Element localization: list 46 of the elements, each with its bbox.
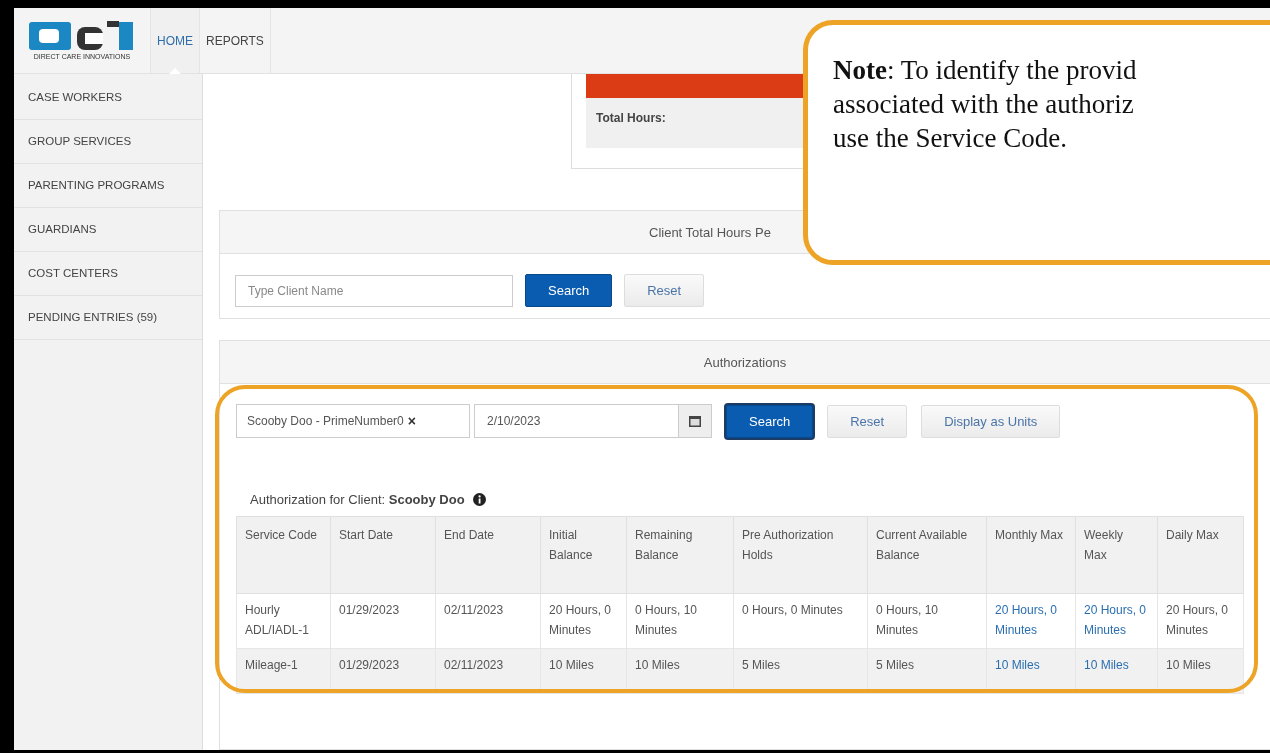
table-cell: 20 Hours, 0 Minutes bbox=[540, 593, 627, 649]
note-text: Note: To identify the provid bbox=[833, 54, 1138, 87]
table-cell: 0 Hours, 10 Minutes bbox=[626, 593, 734, 649]
sidebar-item[interactable]: PENDING ENTRIES (59) bbox=[14, 296, 202, 340]
reset-button[interactable]: Reset bbox=[827, 404, 908, 438]
note-text: use the Service Code. bbox=[833, 122, 1068, 155]
column-header: Remaining Balance bbox=[626, 516, 734, 594]
nav-tab[interactable]: REPORTS bbox=[200, 8, 271, 73]
column-header: Pre Authorization Holds bbox=[733, 516, 868, 594]
column-header: Weekly Max bbox=[1075, 516, 1158, 594]
nav-tab[interactable]: HOME bbox=[151, 8, 200, 73]
table-link[interactable]: 20 Hours, 0 Minutes bbox=[986, 593, 1076, 649]
search-button[interactable]: Search bbox=[726, 404, 814, 438]
table-cell: 0 Hours, 10 Minutes bbox=[867, 593, 987, 649]
search-button[interactable]: Search bbox=[525, 274, 613, 307]
reset-button[interactable]: Reset bbox=[624, 274, 705, 307]
column-header: Daily Max bbox=[1157, 516, 1244, 594]
date-field[interactable]: 2/10/2023 bbox=[474, 404, 712, 438]
sidebar-item[interactable]: GROUP SERVICES bbox=[14, 120, 202, 164]
column-header: Monthly Max bbox=[986, 516, 1076, 594]
column-header: End Date bbox=[435, 516, 541, 594]
table-cell: 01/29/2023 bbox=[330, 593, 436, 649]
client-select[interactable]: Scooby Doo - PrimeNumber0 × bbox=[236, 404, 470, 438]
column-header: Start Date bbox=[330, 516, 436, 594]
client-name-field[interactable]: Type Client Name bbox=[235, 274, 513, 307]
table-link[interactable]: 20 Hours, 0 Minutes bbox=[1075, 593, 1158, 649]
logo-icon bbox=[29, 21, 135, 51]
total-hours-label: Total Hours: bbox=[596, 111, 666, 125]
column-header: Current Available Balance bbox=[867, 516, 987, 594]
note-text: associated with the authoriz bbox=[833, 88, 1135, 121]
display-units-button[interactable]: Display as Units bbox=[921, 404, 1061, 438]
calendar-icon bbox=[689, 415, 701, 427]
panel-title: Client Total Hours Pe bbox=[649, 224, 771, 240]
table-cell: 0 Hours, 0 Minutes bbox=[733, 593, 868, 649]
panel-title: Authorizations bbox=[703, 354, 787, 370]
info-icon bbox=[472, 493, 486, 506]
column-header: Initial Balance bbox=[540, 516, 627, 594]
sidebar-item[interactable]: GUARDIANS bbox=[14, 208, 202, 252]
table-cell: Hourly ADL/IADL-1 bbox=[236, 593, 331, 649]
sidebar-item[interactable]: CASE WORKERS bbox=[14, 76, 202, 120]
client-heading: Authorization for Client: Scooby Doo bbox=[250, 492, 465, 507]
column-header: Service Code bbox=[236, 516, 331, 594]
sidebar-item[interactable]: COST CENTERS bbox=[14, 252, 202, 296]
sidebar-item[interactable]: PARENTING PROGRAMS bbox=[14, 164, 202, 208]
table-cell: 20 Hours, 0 Minutes bbox=[1157, 593, 1244, 649]
table-cell: 02/11/2023 bbox=[435, 593, 541, 649]
